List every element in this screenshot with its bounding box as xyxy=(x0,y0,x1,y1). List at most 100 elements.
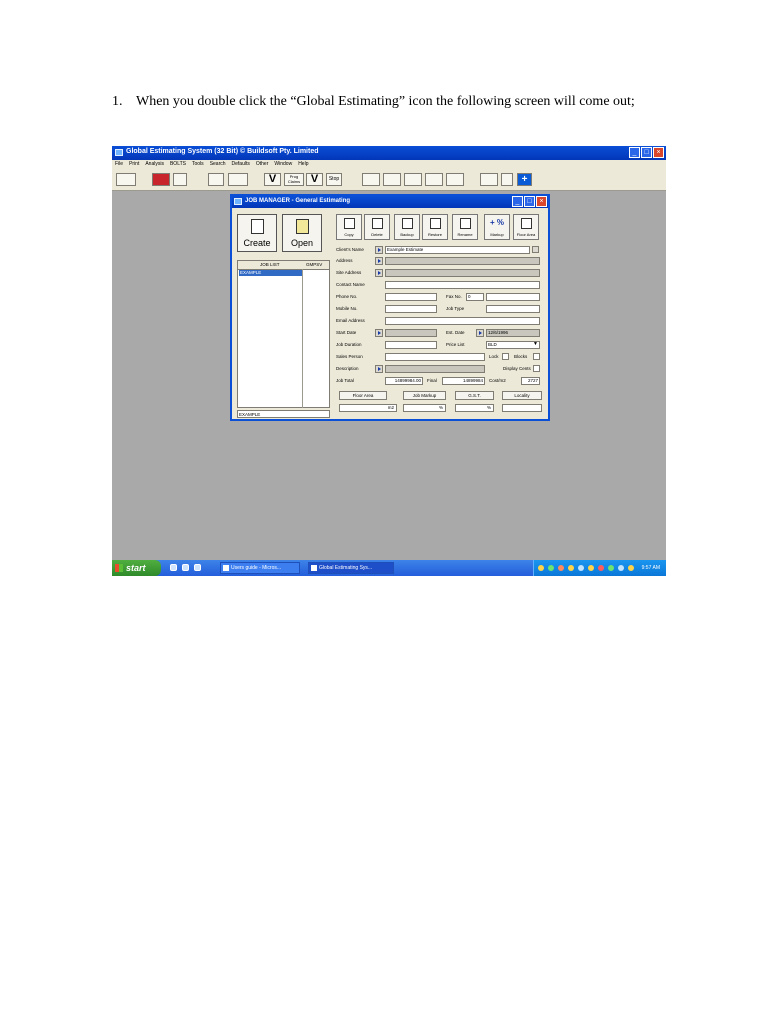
locality-value-field[interactable] xyxy=(502,404,542,412)
media-icon[interactable] xyxy=(182,564,189,571)
screenshot: Global Estimating System (32 Bit) © Buil… xyxy=(112,146,666,576)
app-titlebar: Global Estimating System (32 Bit) © Buil… xyxy=(112,146,666,160)
site-address-lookup-icon[interactable] xyxy=(375,269,383,277)
stop-button[interactable]: Stop xyxy=(326,173,342,186)
prog-claims-button[interactable]: Prog Claims xyxy=(284,173,304,186)
calendar-icon[interactable] xyxy=(480,173,498,186)
est-date-field[interactable]: 12/6/1996 xyxy=(486,329,540,337)
minimize-icon[interactable]: _ xyxy=(629,147,640,158)
tray-icon-8[interactable] xyxy=(608,565,614,571)
dialog-close-icon[interactable]: × xyxy=(536,196,547,207)
menu-window[interactable]: Window xyxy=(274,160,292,169)
phone-field[interactable] xyxy=(385,293,437,301)
tray-icon-3[interactable] xyxy=(558,565,564,571)
add-icon[interactable]: + xyxy=(517,173,532,186)
sales-person-field[interactable] xyxy=(385,353,485,361)
report-icon-4[interactable] xyxy=(425,173,443,186)
tray-icon-10[interactable] xyxy=(628,565,634,571)
job-type-field[interactable] xyxy=(486,305,540,313)
job-duration-label: Job Duration xyxy=(336,342,362,347)
tab-locality[interactable]: Locality xyxy=(502,391,542,400)
desktop-icon[interactable] xyxy=(194,564,201,571)
tab-gst[interactable]: G.S.T. xyxy=(455,391,494,400)
tray-icon-9[interactable] xyxy=(618,565,624,571)
fax-field[interactable] xyxy=(486,293,540,301)
description-lookup-icon[interactable] xyxy=(375,365,383,373)
address-lookup-icon[interactable] xyxy=(375,257,383,265)
report-icon-2[interactable] xyxy=(383,173,401,186)
blocks-checkbox[interactable] xyxy=(533,353,540,360)
restore-button[interactable]: Restore xyxy=(422,214,448,240)
windows-logo-icon xyxy=(115,564,123,572)
variation-button[interactable]: V xyxy=(264,173,281,186)
rename-button[interactable]: Rename xyxy=(452,214,478,240)
report-icon-1[interactable] xyxy=(362,173,380,186)
list-item[interactable]: EXAMPLE xyxy=(239,270,302,276)
tab-job-markup[interactable]: Job Markup xyxy=(403,391,446,400)
menu-bolts[interactable]: BOLTS xyxy=(170,160,186,169)
job-markup-value-field[interactable]: % xyxy=(403,404,446,412)
variation-check-button[interactable]: V xyxy=(306,173,323,186)
report-icon-5[interactable] xyxy=(446,173,464,186)
tray-icon-1[interactable] xyxy=(538,565,544,571)
menu-file[interactable]: File xyxy=(115,160,123,169)
create-button[interactable]: Create xyxy=(237,214,277,252)
floor-area-button[interactable]: Floor Area xyxy=(513,214,539,240)
contact-name-field[interactable] xyxy=(385,281,540,289)
est-date-picker-icon[interactable] xyxy=(476,329,484,337)
tray-icon-7[interactable] xyxy=(598,565,604,571)
mobile-field[interactable] xyxy=(385,305,437,313)
tray-icon-5[interactable] xyxy=(578,565,584,571)
tray-icon-2[interactable] xyxy=(548,565,554,571)
email-field[interactable] xyxy=(385,317,540,325)
close-icon[interactable]: × xyxy=(653,147,664,158)
task-global-estimating[interactable]: Global Estimating Sys... xyxy=(308,562,394,574)
list-icon[interactable] xyxy=(228,173,248,186)
price-list-select[interactable]: BLD xyxy=(486,341,540,349)
floor-area-value-field[interactable]: m2 xyxy=(339,404,397,412)
menu-analysis[interactable]: Analysis xyxy=(145,160,164,169)
job-list[interactable]: JOB LIST GMPSV EXAMPLE xyxy=(237,260,330,408)
markup-button[interactable]: + % Markup xyxy=(484,214,510,240)
chevron-down-icon[interactable]: ▼ xyxy=(533,341,538,347)
copy-button[interactable]: Copy xyxy=(336,214,362,240)
monitor-icon[interactable] xyxy=(116,173,136,186)
start-button[interactable]: start xyxy=(112,560,161,576)
tab-floor-area[interactable]: Floor Area xyxy=(339,391,387,400)
start-date-picker-icon[interactable] xyxy=(375,329,383,337)
calculator-icon[interactable] xyxy=(173,173,187,186)
description-field[interactable] xyxy=(385,365,485,373)
help-icon[interactable] xyxy=(501,173,513,186)
display-cents-checkbox[interactable] xyxy=(533,365,540,372)
book-icon[interactable] xyxy=(152,173,170,186)
menu-help[interactable]: Help xyxy=(298,160,308,169)
lock-checkbox[interactable] xyxy=(502,353,509,360)
clients-name-field[interactable]: Example Estimate xyxy=(385,246,530,254)
site-address-field[interactable] xyxy=(385,269,540,277)
tray-icon-6[interactable] xyxy=(588,565,594,571)
ie-icon[interactable] xyxy=(170,564,177,571)
start-date-field[interactable] xyxy=(385,329,437,337)
delete-button[interactable]: Delete xyxy=(364,214,390,240)
delete-label: Delete xyxy=(371,232,383,237)
fax-prefix-field[interactable]: 0 xyxy=(466,293,484,301)
address-field[interactable] xyxy=(385,257,540,265)
report-icon-3[interactable] xyxy=(404,173,422,186)
menu-other[interactable]: Other xyxy=(256,160,269,169)
dialog-maximize-icon[interactable]: □ xyxy=(524,196,535,207)
menu-print[interactable]: Print xyxy=(129,160,139,169)
job-duration-field[interactable] xyxy=(385,341,437,349)
clients-name-lookup-icon[interactable] xyxy=(375,246,383,254)
open-button[interactable]: Open xyxy=(282,214,322,252)
gst-value-field[interactable]: % xyxy=(455,404,494,412)
check-icon[interactable] xyxy=(532,246,539,253)
task-users-guide[interactable]: Users guide - Micros... xyxy=(220,562,300,574)
tray-icon-4[interactable] xyxy=(568,565,574,571)
backup-button[interactable]: Backup xyxy=(394,214,420,240)
fraction-icon[interactable] xyxy=(208,173,224,186)
maximize-icon[interactable]: □ xyxy=(641,147,652,158)
menu-tools[interactable]: Tools xyxy=(192,160,204,169)
menu-defaults[interactable]: Defaults xyxy=(232,160,250,169)
dialog-minimize-icon[interactable]: _ xyxy=(512,196,523,207)
menu-search[interactable]: Search xyxy=(210,160,226,169)
